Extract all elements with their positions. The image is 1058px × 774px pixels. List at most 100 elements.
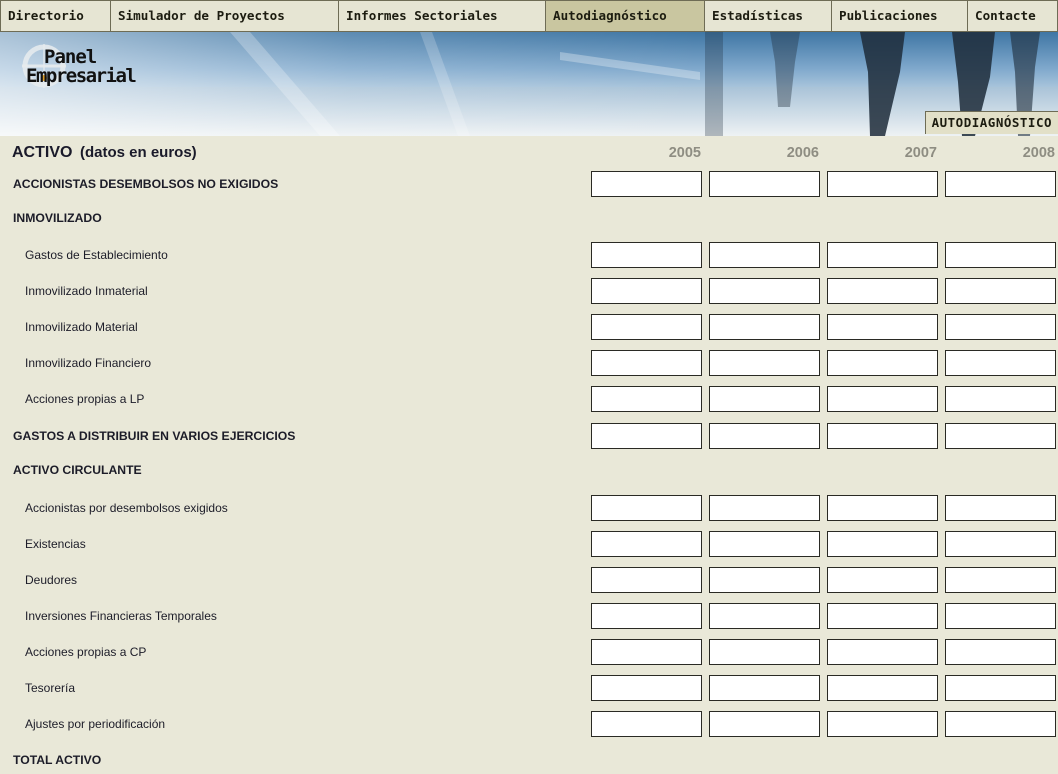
value-input-2008[interactable] bbox=[945, 350, 1056, 376]
value-input-2005[interactable] bbox=[591, 386, 702, 412]
form-row: INMOVILIZADO bbox=[0, 207, 1058, 229]
form-row: Acciones propias a CP bbox=[0, 639, 1058, 665]
form-row: Accionistas por desembolsos exigidos bbox=[0, 495, 1058, 521]
value-input-2008[interactable] bbox=[945, 314, 1056, 340]
nav-item-autodiagnostico[interactable]: Autodiagnóstico bbox=[546, 1, 705, 31]
header-banner: Panel Empresarial AUTODIAGNÓSTICO bbox=[0, 32, 1058, 136]
value-input-2007[interactable] bbox=[827, 423, 938, 449]
row-label: Ajustes por periodificación bbox=[25, 717, 166, 731]
form-row: Gastos de Establecimiento bbox=[0, 242, 1058, 268]
value-input-2006[interactable] bbox=[709, 531, 820, 557]
value-input-2008[interactable] bbox=[945, 242, 1056, 268]
form-row: ACCIONISTAS DESEMBOLSOS NO EXIGIDOS bbox=[0, 171, 1058, 197]
value-input-2005[interactable] bbox=[591, 531, 702, 557]
row-label: Inmovilizado Inmaterial bbox=[25, 284, 148, 298]
value-input-2006[interactable] bbox=[709, 603, 820, 629]
form-subtitle: (datos en euros) bbox=[80, 144, 197, 161]
value-input-2005[interactable] bbox=[591, 423, 702, 449]
value-input-2006[interactable] bbox=[709, 386, 820, 412]
form-row: ACTIVO CIRCULANTE bbox=[0, 459, 1058, 481]
value-input-2008[interactable] bbox=[945, 711, 1056, 737]
form-row: Inversiones Financieras Temporales bbox=[0, 603, 1058, 629]
value-input-2007[interactable] bbox=[827, 278, 938, 304]
value-input-2007[interactable] bbox=[827, 603, 938, 629]
value-input-2006[interactable] bbox=[709, 171, 820, 197]
row-label: Acciones propias a LP bbox=[25, 392, 145, 406]
logo-line2: Empresarial bbox=[26, 65, 137, 87]
top-nav: Directorio Simulador de Proyectos Inform… bbox=[0, 0, 1058, 32]
form-row: Ajustes por periodificación bbox=[0, 711, 1058, 737]
nav-item-contacte[interactable]: Contacte bbox=[968, 1, 1057, 31]
value-input-2008[interactable] bbox=[945, 171, 1056, 197]
value-input-2006[interactable] bbox=[709, 350, 820, 376]
form-row: Acciones propias a LP bbox=[0, 386, 1058, 412]
value-input-2006[interactable] bbox=[709, 242, 820, 268]
section-label: ACCIONISTAS DESEMBOLSOS NO EXIGIDOS bbox=[13, 177, 279, 191]
value-input-2005[interactable] bbox=[591, 278, 702, 304]
value-input-2007[interactable] bbox=[827, 495, 938, 521]
value-input-2008[interactable] bbox=[945, 531, 1056, 557]
value-input-2005[interactable] bbox=[591, 675, 702, 701]
value-input-2008[interactable] bbox=[945, 423, 1056, 449]
row-label: Gastos de Establecimiento bbox=[25, 248, 168, 262]
section-label: TOTAL ACTIVO bbox=[13, 753, 102, 767]
value-input-2008[interactable] bbox=[945, 278, 1056, 304]
value-input-2008[interactable] bbox=[945, 567, 1056, 593]
value-input-2006[interactable] bbox=[709, 423, 820, 449]
value-input-2006[interactable] bbox=[709, 711, 820, 737]
value-input-2008[interactable] bbox=[945, 639, 1056, 665]
value-input-2007[interactable] bbox=[827, 242, 938, 268]
nav-item-informes[interactable]: Informes Sectoriales bbox=[339, 1, 546, 31]
value-input-2007[interactable] bbox=[827, 386, 938, 412]
row-label: Existencias bbox=[25, 537, 86, 551]
value-input-2005[interactable] bbox=[591, 495, 702, 521]
value-input-2008[interactable] bbox=[945, 675, 1056, 701]
value-input-2007[interactable] bbox=[827, 567, 938, 593]
value-input-2005[interactable] bbox=[591, 639, 702, 665]
value-input-2008[interactable] bbox=[945, 603, 1056, 629]
form-row: Inmovilizado Financiero bbox=[0, 350, 1058, 376]
form-row: Inmovilizado Inmaterial bbox=[0, 278, 1058, 304]
section-label: INMOVILIZADO bbox=[13, 211, 102, 225]
value-input-2006[interactable] bbox=[709, 495, 820, 521]
value-input-2006[interactable] bbox=[709, 278, 820, 304]
row-label: Tesorería bbox=[25, 681, 76, 695]
value-input-2006[interactable] bbox=[709, 567, 820, 593]
section-label: ACTIVO CIRCULANTE bbox=[13, 463, 142, 477]
value-input-2006[interactable] bbox=[709, 314, 820, 340]
form-row: Existencias bbox=[0, 531, 1058, 557]
nav-item-estadisticas[interactable]: Estadísticas bbox=[705, 1, 832, 31]
value-input-2008[interactable] bbox=[945, 495, 1056, 521]
value-input-2007[interactable] bbox=[827, 675, 938, 701]
value-input-2006[interactable] bbox=[709, 639, 820, 665]
value-input-2006[interactable] bbox=[709, 675, 820, 701]
value-input-2007[interactable] bbox=[827, 531, 938, 557]
value-input-2005[interactable] bbox=[591, 242, 702, 268]
value-input-2005[interactable] bbox=[591, 350, 702, 376]
nav-item-publicaciones[interactable]: Publicaciones bbox=[832, 1, 968, 31]
year-header-2008: 2008 bbox=[1022, 145, 1055, 161]
section-label: GASTOS A DISTRIBUIR EN VARIOS EJERCICIOS bbox=[13, 429, 296, 443]
row-label: Inmovilizado Material bbox=[25, 320, 138, 334]
row-label: Acciones propias a CP bbox=[25, 645, 147, 659]
year-header-2007: 2007 bbox=[904, 145, 937, 161]
value-input-2008[interactable] bbox=[945, 386, 1056, 412]
value-input-2005[interactable] bbox=[591, 711, 702, 737]
value-input-2005[interactable] bbox=[591, 171, 702, 197]
banner-photo bbox=[0, 32, 1058, 136]
value-input-2005[interactable] bbox=[591, 603, 702, 629]
value-input-2007[interactable] bbox=[827, 639, 938, 665]
value-input-2007[interactable] bbox=[827, 314, 938, 340]
value-input-2007[interactable] bbox=[827, 350, 938, 376]
logo-text: Panel Empresarial bbox=[26, 48, 137, 86]
value-input-2005[interactable] bbox=[591, 314, 702, 340]
row-label: Inmovilizado Financiero bbox=[25, 356, 152, 370]
value-input-2007[interactable] bbox=[827, 711, 938, 737]
year-header-2006: 2006 bbox=[786, 145, 819, 161]
nav-item-directorio[interactable]: Directorio bbox=[1, 1, 111, 31]
value-input-2007[interactable] bbox=[827, 171, 938, 197]
nav-item-simulador[interactable]: Simulador de Proyectos bbox=[111, 1, 339, 31]
row-label: Deudores bbox=[25, 573, 78, 587]
form-row: Inmovilizado Material bbox=[0, 314, 1058, 340]
value-input-2005[interactable] bbox=[591, 567, 702, 593]
